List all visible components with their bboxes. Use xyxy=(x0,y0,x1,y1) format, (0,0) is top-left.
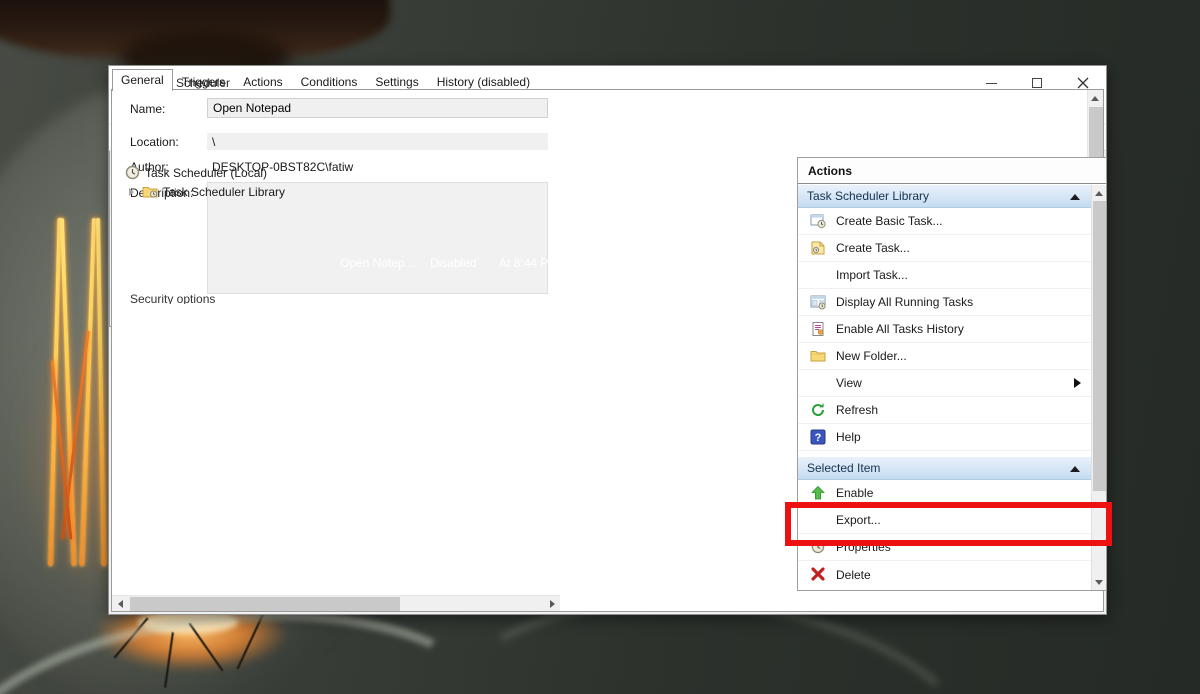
close-icon xyxy=(1077,77,1089,89)
security-options-clipped-text: Security options xyxy=(130,292,215,304)
chevron-right-icon[interactable] xyxy=(129,188,134,196)
action-label: Help xyxy=(836,430,861,444)
location-label: Location: xyxy=(130,135,179,149)
action-help[interactable]: ? Help xyxy=(798,424,1091,451)
library-folder-icon xyxy=(142,185,158,199)
wallpaper-filament-strand xyxy=(80,218,96,566)
description-field[interactable] xyxy=(207,182,548,294)
scroll-down-icon xyxy=(1095,580,1103,585)
scroll-up-icon xyxy=(1091,96,1099,101)
hscroll-thumb[interactable] xyxy=(130,597,400,611)
delete-x-icon xyxy=(810,566,826,582)
tab-conditions[interactable]: Conditions xyxy=(292,71,367,90)
location-value: \ xyxy=(212,135,215,149)
action-label: Enable xyxy=(836,486,873,500)
name-label: Name: xyxy=(130,102,165,116)
clock-icon xyxy=(125,165,140,180)
task-status: Disabled xyxy=(430,256,496,270)
history-doc-icon xyxy=(810,321,826,337)
scroll-left-button[interactable] xyxy=(112,596,128,612)
location-field xyxy=(207,133,548,150)
tab-actions[interactable]: Actions xyxy=(234,71,291,90)
export-highlight-annotation xyxy=(785,502,1112,546)
create-basic-task-icon xyxy=(810,213,826,229)
enable-arrow-icon xyxy=(810,485,826,501)
action-view[interactable]: View xyxy=(798,370,1091,397)
action-create-task[interactable]: Create Task... xyxy=(798,235,1091,262)
action-label: New Folder... xyxy=(836,349,907,363)
scroll-down-button[interactable] xyxy=(1091,574,1106,590)
action-label: Import Task... xyxy=(836,268,908,282)
actions-pane-title: Actions xyxy=(798,158,1106,184)
section-header-label: Selected Item xyxy=(807,461,880,475)
action-label: Delete xyxy=(836,568,871,582)
tab-history[interactable]: History (disabled) xyxy=(428,71,539,90)
wallpaper-wire xyxy=(237,611,266,670)
wallpaper-filament-strand xyxy=(96,218,106,566)
action-label: Display All Running Tasks xyxy=(836,295,973,309)
help-icon: ? xyxy=(810,429,826,445)
minimize-icon xyxy=(986,83,997,84)
scroll-right-button[interactable] xyxy=(544,596,560,612)
action-refresh[interactable]: Refresh xyxy=(798,397,1091,424)
maximize-icon xyxy=(1032,78,1042,88)
collapse-arrow-icon[interactable] xyxy=(1070,194,1080,200)
wallpaper-bulb-cap xyxy=(0,0,390,65)
svg-text:?: ? xyxy=(815,432,822,444)
refresh-icon xyxy=(810,402,826,418)
wallpaper-wire xyxy=(164,632,174,688)
action-import-task[interactable]: Import Task... xyxy=(798,262,1091,289)
scroll-right-icon xyxy=(550,600,555,608)
task-name-field[interactable]: Open Notepad xyxy=(207,98,548,118)
create-task-icon xyxy=(810,240,826,256)
scroll-up-button[interactable] xyxy=(1087,90,1103,106)
action-enable-all-tasks-history[interactable]: Enable All Tasks History xyxy=(798,316,1091,343)
action-label: Refresh xyxy=(836,403,878,417)
tab-settings[interactable]: Settings xyxy=(366,71,427,90)
tree-item-task-scheduler-library[interactable]: Task Scheduler Library xyxy=(118,182,306,201)
wallpaper-wire xyxy=(189,623,224,672)
action-create-basic-task[interactable]: Create Basic Task... xyxy=(798,208,1091,235)
desktop: Task Scheduler File Action View Help xyxy=(0,0,1200,694)
folder-icon xyxy=(810,348,826,364)
tab-general[interactable]: General xyxy=(112,69,173,91)
scroll-up-button[interactable] xyxy=(1091,185,1106,201)
action-delete[interactable]: Delete xyxy=(798,561,1091,588)
section-header-label: Task Scheduler Library xyxy=(807,189,929,203)
task-triggers: At 8:44 PM on 2/3/2020 xyxy=(499,256,767,270)
submenu-arrow-icon xyxy=(1074,378,1081,388)
scroll-left-icon xyxy=(118,600,123,608)
tree-child-label: Task Scheduler Library xyxy=(163,185,285,199)
vscroll-thumb[interactable] xyxy=(1093,201,1106,491)
action-display-all-running-tasks[interactable]: Display All Running Tasks xyxy=(798,289,1091,316)
scroll-up-icon xyxy=(1095,191,1103,196)
section-header-task-scheduler-library[interactable]: Task Scheduler Library xyxy=(798,185,1091,208)
action-label: View xyxy=(836,376,862,390)
action-label: Enable All Tasks History xyxy=(836,322,964,336)
action-new-folder[interactable]: New Folder... xyxy=(798,343,1091,370)
tree-root-label: Task Scheduler (Local) xyxy=(145,166,267,180)
tab-triggers[interactable]: Triggers xyxy=(173,71,235,90)
details-tabs: General Triggers Actions Conditions Sett… xyxy=(112,69,539,90)
running-tasks-icon xyxy=(810,294,826,310)
action-label: Create Basic Task... xyxy=(836,214,943,228)
wallpaper-wire xyxy=(114,617,149,658)
collapse-arrow-icon[interactable] xyxy=(1070,466,1080,472)
action-label: Create Task... xyxy=(836,241,910,255)
details-hscrollbar[interactable] xyxy=(112,595,560,611)
section-header-selected-item[interactable]: Selected Item xyxy=(798,457,1091,480)
task-name: Open Notep... xyxy=(340,256,428,270)
